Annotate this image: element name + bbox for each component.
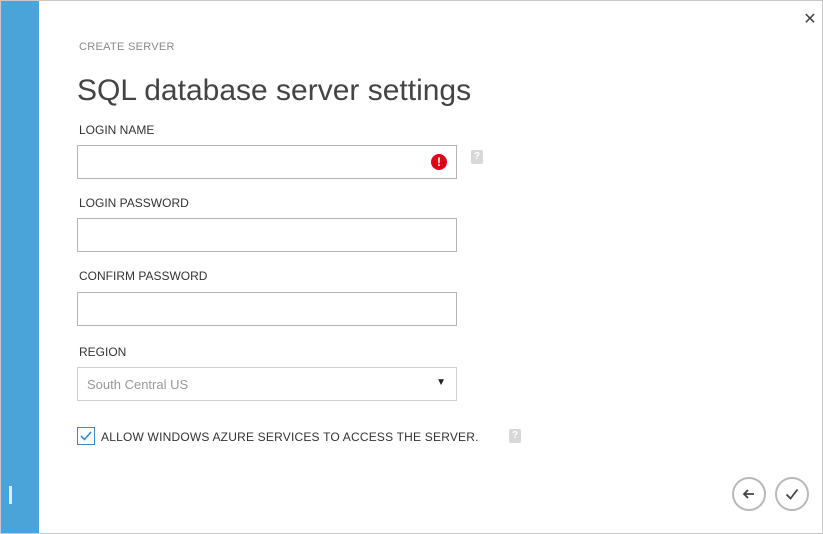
help-icon[interactable]: ? — [471, 150, 483, 164]
help-icon[interactable]: ? — [509, 429, 521, 443]
back-arrow-icon — [742, 489, 754, 499]
region-selected-value: South Central US — [87, 377, 189, 392]
login-name-label: LOGIN NAME — [79, 123, 155, 137]
back-button[interactable] — [732, 477, 766, 511]
dialog-window: ✕ CREATE SERVER SQL database server sett… — [0, 0, 823, 534]
checkmark-icon — [80, 431, 92, 441]
confirm-password-label: CONFIRM PASSWORD — [79, 269, 208, 283]
login-name-input[interactable] — [77, 145, 457, 179]
error-icon: ! — [431, 154, 447, 170]
login-password-input[interactable] — [77, 218, 457, 252]
breadcrumb: CREATE SERVER — [79, 41, 175, 53]
finish-button[interactable] — [775, 477, 809, 511]
page-title: SQL database server settings — [77, 74, 472, 107]
dropdown-arrow-icon: ▼ — [436, 377, 446, 388]
allow-azure-label[interactable]: ALLOW WINDOWS AZURE SERVICES TO ACCESS T… — [101, 430, 479, 444]
region-label: REGION — [79, 345, 127, 359]
confirm-password-input[interactable] — [77, 292, 457, 326]
login-password-label: LOGIN PASSWORD — [79, 196, 189, 210]
side-accent-bar — [1, 1, 39, 533]
region-select[interactable]: South Central US ▼ — [77, 367, 457, 401]
step-indicator — [9, 486, 12, 504]
checkmark-icon — [785, 488, 799, 500]
allow-azure-checkbox[interactable] — [77, 427, 95, 445]
close-icon[interactable]: ✕ — [801, 11, 819, 29]
